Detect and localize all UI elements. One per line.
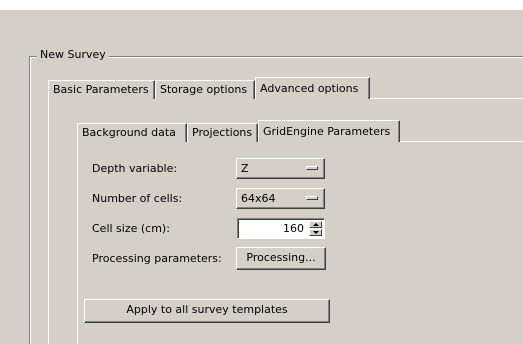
tab-background-data-label: Background data [82,126,176,139]
cell-size-spinbox[interactable]: 160 [237,218,325,239]
groupbox-title: New Survey [37,48,109,62]
number-of-cells-select[interactable]: 64x64 [236,188,325,209]
depth-variable-select[interactable]: Z [236,158,325,179]
processing-parameters-label: Processing parameters: [92,252,222,265]
apply-to-all-templates-button[interactable]: Apply to all survey templates [84,299,330,323]
tab-advanced-options[interactable]: Advanced options [255,77,370,99]
tab-background-data[interactable]: Background data [77,123,187,142]
tab-projections-label: Projections [192,126,253,139]
tab-basic-parameters[interactable]: Basic Parameters [48,80,155,99]
dropdown-indicator-icon [306,166,318,170]
tab-storage-options[interactable]: Storage options [155,80,255,99]
tab-projections[interactable]: Projections [187,123,258,142]
window-top-band [0,0,523,10]
cell-size-label: Cell size (cm): [92,222,170,235]
dropdown-indicator-icon [306,196,318,200]
tab-advanced-options-label: Advanced options [260,82,359,95]
depth-variable-label: Depth variable: [92,162,178,175]
tab-gridengine-parameters[interactable]: GridEngine Parameters [258,120,400,142]
tab-storage-options-label: Storage options [160,83,248,96]
number-of-cells-label: Number of cells: [92,192,183,205]
number-of-cells-value: 64x64 [241,192,276,205]
spin-arrows [309,221,322,236]
depth-variable-value: Z [241,162,249,175]
processing-button[interactable]: Processing... [236,247,326,270]
cell-size-value: 160 [283,222,304,235]
tab-basic-parameters-label: Basic Parameters [53,83,149,96]
spin-down-arrow-icon[interactable] [309,229,322,236]
tab-gridengine-parameters-label: GridEngine Parameters [263,125,391,138]
spin-up-arrow-icon[interactable] [309,221,322,228]
